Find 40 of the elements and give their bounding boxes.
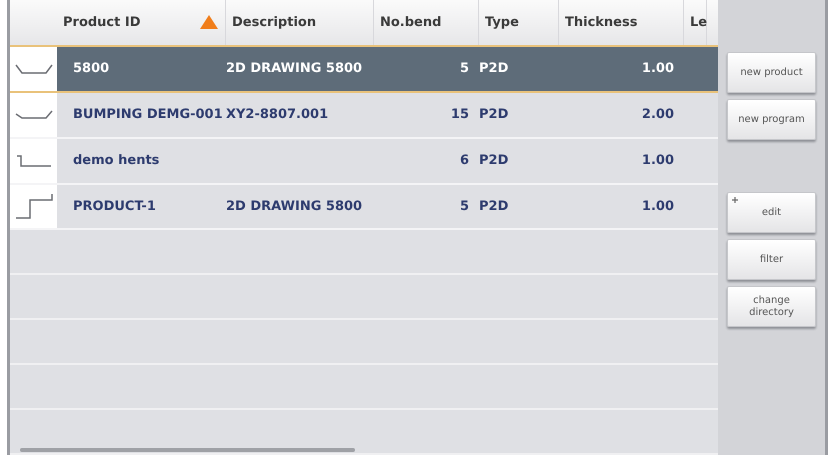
table-cell: 1.00 [642, 61, 674, 76]
profile-drawing [14, 110, 52, 120]
action-button[interactable]: filter [727, 239, 816, 280]
column-header[interactable]: Le [684, 0, 707, 45]
table-row[interactable]: BUMPING DEMG-001 XY2-8807.001 15 P2D 2.00 [10, 92, 718, 139]
table-cell: 5800 [73, 61, 110, 76]
table-cell: 6 [460, 153, 469, 168]
action-button[interactable]: edit [727, 192, 816, 233]
table-row[interactable]: 5800 2D DRAWING 5800 5 P2D 1.00 [10, 46, 718, 93]
scrollbar[interactable] [20, 448, 355, 452]
profile-drawing [14, 64, 52, 74]
table-row[interactable]: PRODUCT-1 2D DRAWING 5800 5 P2D 1.00 [10, 184, 718, 230]
column-header[interactable]: Description [226, 0, 374, 45]
profile-drawing [14, 193, 52, 220]
table-row[interactable]: demo hents 6 P2D 1.00 [10, 138, 718, 185]
table-cell: XY2-8807.001 [226, 107, 328, 122]
action-button[interactable]: new product [727, 52, 816, 93]
profile-drawing [16, 154, 52, 167]
table-cell: P2D [479, 61, 508, 76]
table-cell: P2D [479, 198, 508, 214]
action-button[interactable]: new program [727, 99, 816, 140]
table-cell: 1.00 [642, 153, 674, 168]
table-cell: 2D DRAWING 5800 [226, 198, 362, 214]
column-header[interactable]: Thickness [559, 0, 684, 45]
column-header[interactable]: Product ID [57, 0, 226, 45]
table-cell: PRODUCT-1 [73, 198, 156, 214]
plus-icon [732, 197, 738, 203]
table-cell: 2.00 [642, 107, 674, 122]
table-cell: P2D [479, 107, 508, 122]
table-cell: demo hents [73, 153, 160, 168]
column-header[interactable]: No.bend [374, 0, 479, 45]
table-cell: 5 [460, 61, 469, 76]
table-cell: 5 [460, 198, 469, 214]
table-cell: 2D DRAWING 5800 [226, 61, 362, 76]
table-cell: BUMPING DEMG-001 [73, 107, 223, 122]
column-header[interactable]: Type [479, 0, 559, 45]
action-button[interactable]: change directory [727, 286, 816, 327]
table-cell: 1.00 [642, 198, 674, 214]
table-cell: P2D [479, 153, 508, 168]
table-cell: 15 [450, 107, 469, 122]
